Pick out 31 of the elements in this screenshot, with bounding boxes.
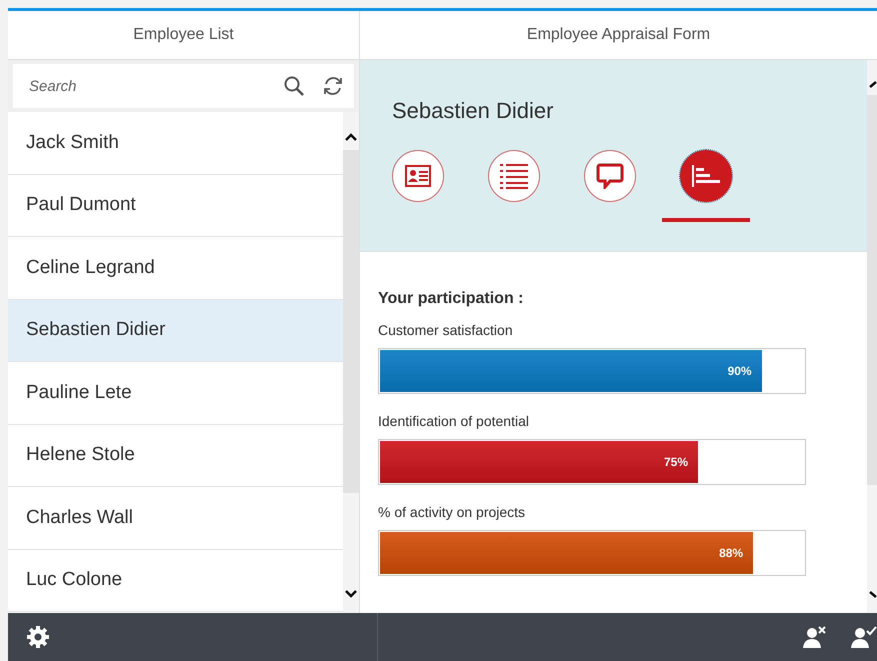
employee-list-item[interactable]: Luc Colone (8, 550, 343, 612)
percent-value: 88% (719, 546, 744, 560)
chevron-up-icon[interactable] (869, 80, 877, 88)
list-icon (500, 163, 528, 189)
settings-icon[interactable] (26, 625, 50, 649)
search-icon[interactable] (284, 76, 304, 96)
employee-list-item[interactable]: Paul Dumont (8, 174, 343, 237)
metric-label: Customer satisfaction (378, 322, 513, 338)
tab[interactable] (662, 150, 750, 222)
percent-value: 75% (664, 455, 688, 469)
panel-title: Employee Appraisal Form (526, 26, 710, 44)
bar-chart-icon (692, 165, 720, 187)
panel-title: Employee List (133, 26, 234, 44)
speech-bubble-icon (596, 163, 624, 189)
refresh-icon[interactable] (322, 75, 344, 97)
employee-list-item[interactable]: Sebastien Didier (8, 300, 343, 362)
search-bar[interactable]: Search (13, 64, 354, 108)
chevron-up-icon[interactable] (345, 132, 357, 142)
employee-list-item[interactable]: Helene Stole (8, 424, 343, 487)
metric-label: Identification of potential (378, 413, 529, 429)
person-check-icon[interactable] (851, 625, 877, 649)
metric-label: % of activity on projects (378, 504, 526, 520)
search-field[interactable]: Search (27, 76, 266, 96)
scrollbar[interactable] (867, 60, 877, 613)
percent-value: 90% (728, 364, 752, 378)
chevron-down-icon[interactable] (869, 591, 877, 599)
section-title: Your participation : (378, 290, 524, 308)
employee-name: Sebastien Didier (392, 98, 554, 124)
scrollbar[interactable] (343, 112, 359, 613)
id-card-icon (405, 165, 431, 187)
chevron-down-icon[interactable] (345, 589, 357, 599)
